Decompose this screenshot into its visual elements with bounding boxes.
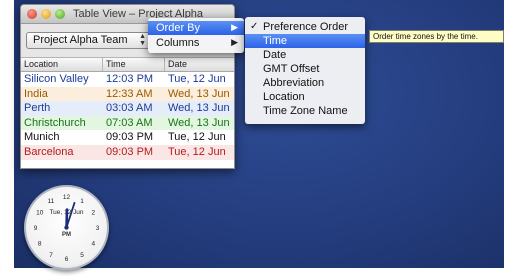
submenu-item-label: Time Zone Name [263, 105, 348, 117]
cell-location: Silicon Valley [24, 73, 89, 85]
cell-location: Munich [24, 131, 60, 144]
column-divider [102, 58, 103, 71]
close-button[interactable] [27, 9, 37, 19]
zoom-button[interactable] [55, 9, 65, 19]
clock-numeral: 7 [49, 252, 53, 259]
table-row[interactable]: Barcelona 09:03 PM Tue, 12 Jun [21, 144, 234, 160]
menu-item-order-by[interactable]: Order By ▶ [148, 21, 244, 35]
column-header-date[interactable]: Date [168, 59, 187, 69]
menu-item-columns[interactable]: Columns ▶ [148, 36, 244, 50]
submenu-item-time[interactable]: Time [245, 34, 365, 48]
table-body: Silicon Valley 12:03 PM Tue, 12 Jun India 12… [21, 72, 234, 160]
context-menu: Order By ▶ Columns ▶ [148, 18, 244, 53]
analog-clock: Tue, 12 Jun PM 121234567891011 [24, 185, 109, 270]
submenu-item-gmt-offset[interactable]: GMT Offset [245, 62, 365, 76]
cell-date: Tue, 12 Jun [168, 145, 226, 158]
clock-numeral: 12 [63, 194, 71, 201]
clock-numeral: 11 [48, 198, 55, 205]
submenu-item-label: Preference Order [263, 21, 348, 33]
submenu-item-abbreviation[interactable]: Abbreviation [245, 76, 365, 90]
checkmark-icon: ✓ [250, 21, 259, 32]
cell-time: 09:03 PM [106, 131, 154, 144]
clock-numeral: 2 [91, 210, 95, 217]
cell-time: 03:03 AM [106, 102, 153, 115]
submenu-item-label: Abbreviation [263, 77, 325, 89]
table-row[interactable]: Munich 09:03 PM Tue, 12 Jun [21, 130, 234, 145]
menu-item-label: Columns [156, 37, 200, 49]
clock-numeral: 10 [36, 210, 44, 217]
tooltip: Order time zones by the time. [369, 30, 504, 43]
cell-date: Wed, 13 Jun [168, 102, 230, 115]
cell-location: Christchurch [24, 116, 86, 129]
clock-ampm-label: PM [62, 232, 71, 238]
submenu-arrow-icon: ▶ [231, 37, 238, 47]
clock-numeral: 3 [96, 225, 100, 232]
clock-numeral: 5 [80, 252, 84, 259]
clock-face: Tue, 12 Jun PM 121234567891011 [34, 194, 100, 263]
submenu-item-label: Location [263, 91, 305, 103]
cell-date: Tue, 12 Jun [168, 131, 226, 144]
cell-location: Barcelona [24, 145, 74, 158]
clock-numeral: 1 [80, 198, 84, 205]
clock-center-pin [64, 225, 69, 230]
cell-time: 12:33 AM [106, 87, 153, 100]
submenu-item-label: Time [263, 35, 288, 47]
minimize-button[interactable] [41, 9, 51, 19]
cell-time: 12:03 PM [106, 73, 154, 85]
clock-numeral: 9 [34, 225, 38, 232]
cell-location: Perth [24, 102, 51, 115]
cell-time: 07:03 AM [106, 116, 153, 129]
submenu-item-preference-order[interactable]: ✓ Preference Order [245, 20, 365, 34]
submenu-item-time-zone-name[interactable]: Time Zone Name [245, 104, 365, 118]
table-row[interactable]: Perth 03:03 AM Wed, 13 Jun [21, 101, 234, 116]
submenu-arrow-icon: ▶ [231, 22, 238, 32]
table-row[interactable]: Christchurch 07:03 AM Wed, 13 Jun [21, 115, 234, 131]
submenu-item-label: GMT Offset [263, 63, 320, 75]
menu-item-label: Order By [156, 22, 201, 34]
order-by-submenu: ✓ Preference Order Time Date GMT Offset … [245, 17, 365, 124]
clock-numeral: 4 [91, 241, 95, 248]
team-select[interactable]: Project Alpha Team ▲ ▼ [26, 32, 151, 49]
cell-date: Tue, 12 Jun [168, 73, 226, 85]
table-row[interactable]: Silicon Valley 12:03 PM Tue, 12 Jun [21, 72, 234, 87]
submenu-item-label: Date [263, 49, 287, 61]
table-row[interactable]: India 12:33 AM Wed, 13 Jun [21, 86, 234, 102]
submenu-item-location[interactable]: Location [245, 90, 365, 104]
cell-date: Wed, 13 Jun [168, 116, 230, 129]
clock-numeral: 6 [65, 256, 69, 263]
cell-time: 09:03 PM [106, 145, 154, 158]
time-zone-table: Location Time Date Silicon Valley 12:03 P… [21, 58, 234, 160]
column-header-time[interactable]: Time [106, 59, 126, 69]
column-header-location[interactable]: Location [24, 59, 58, 69]
column-divider [164, 58, 165, 71]
clock-numeral: 8 [38, 241, 42, 248]
cell-date: Wed, 13 Jun [168, 87, 230, 100]
submenu-item-date[interactable]: Date [245, 48, 365, 62]
up-down-chevron-icon: ▲ ▼ [139, 33, 146, 47]
team-select-value: Project Alpha Team [33, 34, 128, 46]
table-header: Location Time Date [21, 58, 234, 72]
cell-location: India [24, 87, 48, 100]
